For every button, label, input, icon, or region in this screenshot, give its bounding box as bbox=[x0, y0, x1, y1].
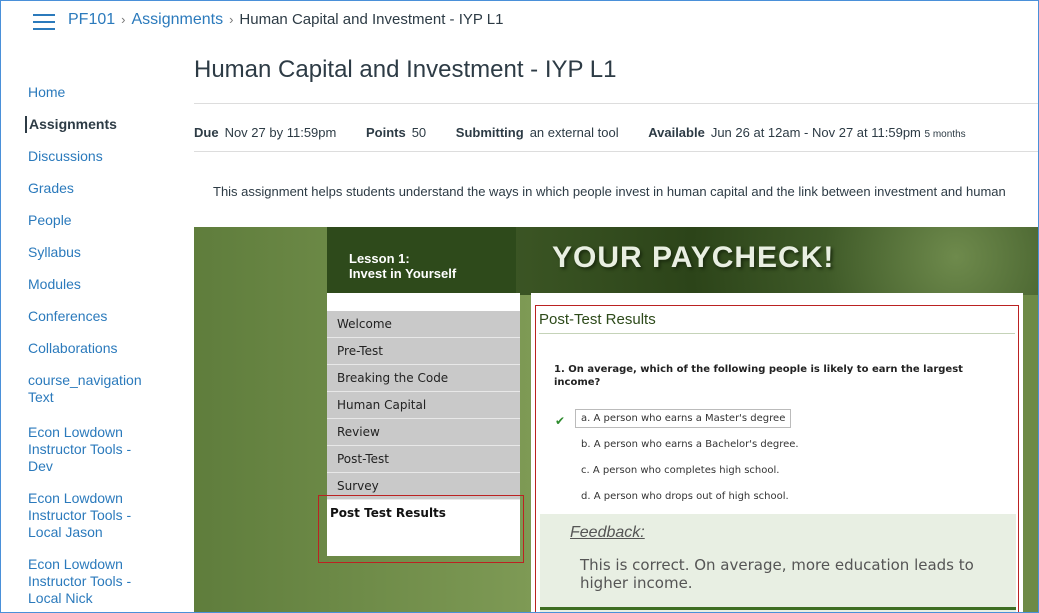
answer-option-b[interactable]: b. A person who earns a Bachelor's degre… bbox=[581, 439, 799, 450]
hamburger-menu-icon[interactable] bbox=[33, 14, 55, 30]
points-label: Points bbox=[365, 125, 406, 140]
menu-item-label: Human Capital bbox=[337, 398, 427, 412]
nav-syllabus[interactable]: Syllabus bbox=[28, 244, 81, 261]
checkmark-icon: ✔ bbox=[555, 414, 566, 428]
menu-item-label: Post-Test bbox=[337, 452, 389, 466]
breadcrumb-current: Human Capital and Investment - IYP L1 bbox=[239, 11, 504, 28]
canvas-window: PF101 › Assignments › Human Capital and Inve… bbox=[0, 0, 1039, 613]
nav-modules[interactable]: Modules bbox=[28, 276, 81, 293]
highlight-box-menu bbox=[318, 495, 524, 563]
menu-item-pre-test[interactable]: Pre-Test bbox=[327, 338, 520, 365]
nav-econ-lowdown-dev[interactable]: Econ Lowdown Instructor Tools - Dev bbox=[28, 424, 143, 475]
submitting-value: an external tool bbox=[529, 125, 619, 140]
menu-item-human-capital[interactable]: Human Capital bbox=[327, 392, 520, 419]
top-bar: PF101 › Assignments › Human Capital and Inve… bbox=[1, 1, 1038, 41]
breadcrumb: PF101 › Assignments › Human Capital and Inve… bbox=[68, 11, 503, 29]
divider bbox=[540, 607, 1016, 610]
due-value: Nov 27 by 11:59pm bbox=[224, 125, 337, 140]
lesson-title: Invest in Yourself bbox=[349, 266, 457, 281]
breadcrumb-assignments[interactable]: Assignments bbox=[131, 11, 223, 28]
menu-item-review[interactable]: Review bbox=[327, 419, 520, 446]
feedback-panel: Feedback: This is correct. On average, m… bbox=[540, 514, 1016, 612]
answer-option-d[interactable]: d. A person who drops out of high school… bbox=[581, 491, 789, 502]
nav-collaborations[interactable]: Collaborations bbox=[28, 340, 118, 357]
nav-course-navigation[interactable]: course_navigation Text bbox=[28, 372, 148, 406]
breadcrumb-separator: › bbox=[229, 12, 234, 27]
lesson-number: Lesson 1: bbox=[349, 251, 410, 266]
divider bbox=[194, 103, 1038, 104]
points-value: 50 bbox=[411, 125, 427, 140]
nav-econ-lowdown-local-jason[interactable]: Econ Lowdown Instructor Tools - Local Ja… bbox=[28, 490, 143, 541]
answer-option-c[interactable]: c. A person who completes high school. bbox=[581, 465, 779, 476]
available-label: Available bbox=[648, 125, 705, 140]
submitting-label: Submitting bbox=[455, 125, 524, 140]
paycheck-banner: YOUR PAYCHECK! bbox=[516, 227, 1038, 295]
feedback-title: Feedback: bbox=[570, 524, 645, 541]
breadcrumb-course[interactable]: PF101 bbox=[68, 11, 115, 28]
nav-conferences[interactable]: Conferences bbox=[28, 308, 107, 325]
menu-item-breaking-the-code[interactable]: Breaking the Code bbox=[327, 365, 520, 392]
menu-item-label: Review bbox=[337, 425, 380, 439]
nav-people[interactable]: People bbox=[28, 212, 72, 229]
nav-assignments[interactable]: Assignments bbox=[25, 116, 117, 133]
available-duration: 5 months bbox=[924, 129, 966, 140]
nav-grades[interactable]: Grades bbox=[28, 180, 74, 197]
nav-econ-lowdown-local-nick[interactable]: Econ Lowdown Instructor Tools - Local Ni… bbox=[28, 556, 143, 607]
due-label: Due bbox=[194, 125, 219, 140]
lesson-header: Lesson 1: Invest in Yourself bbox=[327, 227, 520, 295]
menu-item-welcome[interactable]: Welcome bbox=[327, 311, 520, 338]
available-value: Jun 26 at 12am - Nov 27 at 11:59pm bbox=[710, 125, 921, 140]
answer-option-a[interactable]: a. A person who earns a Master's degree bbox=[575, 409, 792, 428]
question-text: 1. On average, which of the following pe… bbox=[554, 364, 963, 388]
banner-title: YOUR PAYCHECK! bbox=[552, 241, 835, 274]
feedback-text: This is correct. On average, more educat… bbox=[580, 556, 974, 592]
assignment-description: This assignment helps students understan… bbox=[213, 184, 1006, 199]
menu-item-label: Welcome bbox=[337, 317, 392, 331]
menu-item-label: Breaking the Code bbox=[337, 371, 449, 385]
nav-discussions[interactable]: Discussions bbox=[28, 148, 103, 165]
breadcrumb-separator: › bbox=[121, 12, 126, 27]
divider bbox=[194, 151, 1038, 152]
assignment-details: Due Nov 27 by 11:59pm Points 50 Submitting… bbox=[194, 125, 966, 140]
menu-item-label: Pre-Test bbox=[337, 344, 383, 358]
menu-item-label: Survey bbox=[337, 479, 379, 493]
menu-item-post-test[interactable]: Post-Test bbox=[327, 446, 520, 473]
external-tool-frame: Lesson 1: Invest in Yourself YOUR PAYCHEC… bbox=[194, 227, 1038, 612]
nav-home[interactable]: Home bbox=[28, 84, 65, 101]
page-title: Human Capital and Investment - IYP L1 bbox=[194, 56, 617, 83]
